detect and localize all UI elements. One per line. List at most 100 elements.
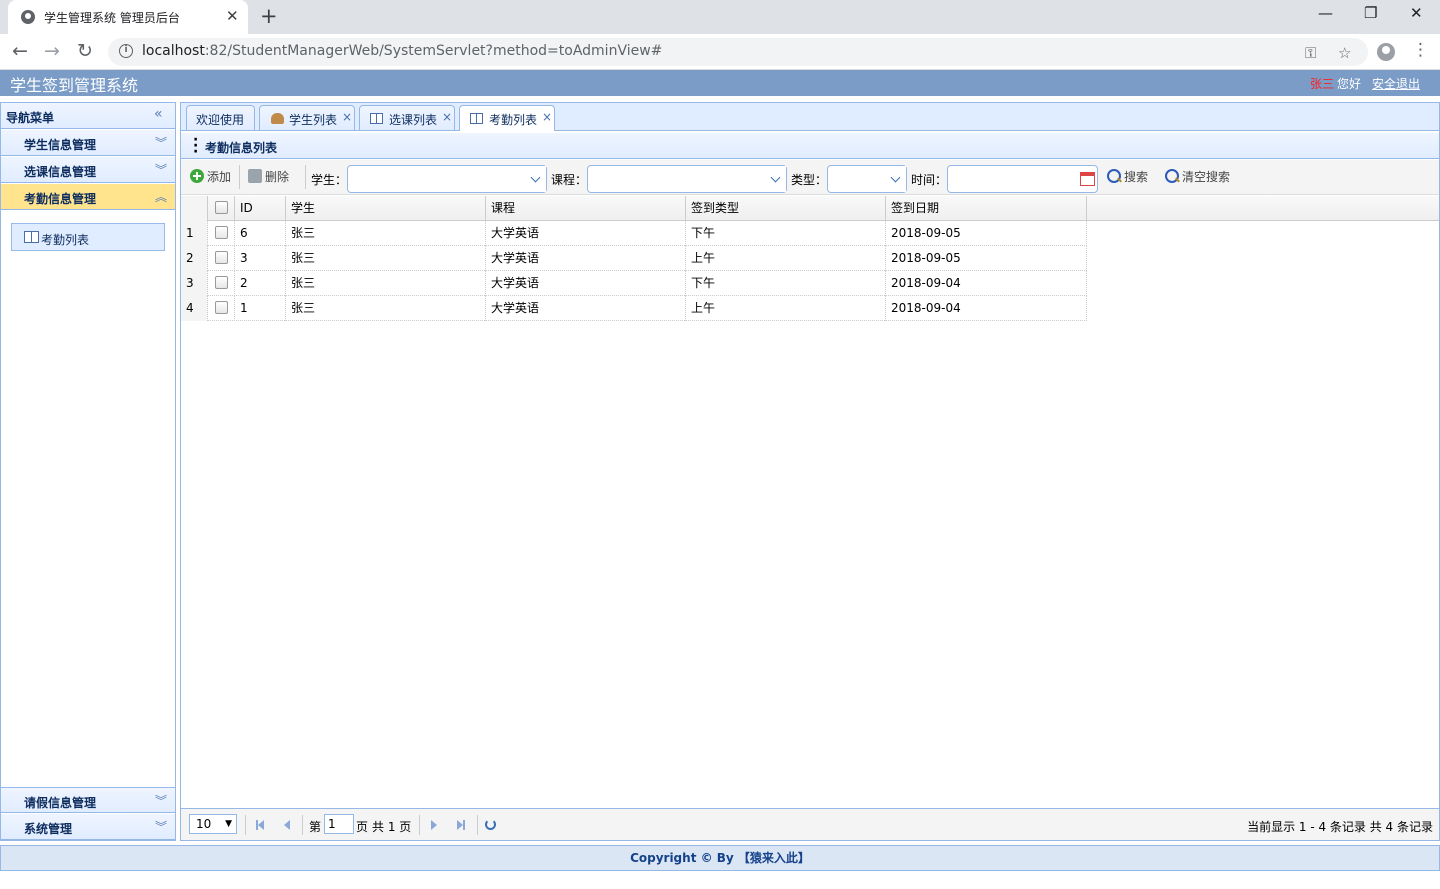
reload-icon[interactable]: ↻ [77,40,93,62]
page-suffix: 页 [356,820,369,834]
new-tab-icon[interactable]: + [260,4,278,28]
next-page-icon [431,820,437,830]
table-row[interactable]: 3 2 张三 大学英语 下午 2018-09-04 [181,271,1087,296]
column-header-date[interactable]: 签到日期 [886,196,1087,221]
tab-label: 学生列表 [289,113,338,127]
cell-id: 1 [235,296,286,321]
first-page-button[interactable] [253,817,269,833]
student-select[interactable] [347,165,547,193]
main-panel: 欢迎使用 学生列表 × 选课列表 × 考勤列表 × · · · 考勤信息列表 添加 … [180,102,1440,841]
globe-icon [21,10,35,24]
address-bar[interactable]: i localhost:82/StudentManagerWeb/SystemS… [108,38,1368,66]
tab-student-list[interactable]: 学生列表 × [259,105,355,130]
tab-attendance-list[interactable]: 考勤列表 × [459,105,555,131]
sidebar-section-student[interactable]: 学生信息管理 ︾ [1,130,175,156]
cell-student: 张三 [286,296,486,321]
tab-label: 欢迎使用 [196,113,245,127]
add-label: 添加 [207,170,232,184]
cell-date: 2018-09-05 [886,246,1087,271]
last-page-button[interactable] [452,817,468,833]
row-number: 3 [181,271,208,296]
book-icon [370,113,383,124]
add-button[interactable]: 添加 [190,168,231,185]
user-icon [271,113,284,124]
course-filter-label: 课程： [551,173,588,187]
page-number-value: 1 [328,817,336,831]
page-number-input[interactable]: 1 [324,814,354,834]
row-checkbox[interactable] [215,251,228,264]
browser-tab[interactable]: 学生管理系统 管理员后台 ✕ [8,0,248,34]
sidebar-header: 导航菜单 « [1,103,175,129]
sidebar-section-course[interactable]: 选课信息管理 ︾ [1,157,175,183]
row-checkbox[interactable] [215,301,228,314]
first-page-arrow-icon [258,820,264,830]
page-size-select[interactable]: 10 ▼ [189,814,237,834]
sidebar-section-system[interactable]: 系统管理 ︾ [1,814,175,840]
chevron-down-icon: ︾ [155,794,168,808]
row-checkbox[interactable] [215,276,228,289]
collapse-left-icon[interactable]: « [154,106,163,122]
close-tab-icon[interactable]: ✕ [226,7,239,25]
refresh-button[interactable] [483,817,499,833]
forward-arrow-icon[interactable]: → [44,40,60,62]
search-button[interactable]: 搜索 [1107,168,1148,185]
date-input[interactable] [947,165,1098,193]
profile-avatar-icon[interactable] [1377,43,1395,61]
column-header-student[interactable]: 学生 [286,196,486,221]
plus-icon [190,169,204,183]
sidebar-section-leave[interactable]: 请假信息管理 ︾ [1,787,175,813]
table-row[interactable]: 1 6 张三 大学英语 下午 2018-09-05 [181,221,1087,246]
sidebar-item-attendance-list[interactable]: 考勤列表 [11,223,165,251]
sidebar-section-attendance[interactable]: 考勤信息管理 ︽ [1,184,175,210]
pager-info: 当前显示 1 - 4 条记录 共 4 条记录 [1247,820,1433,834]
page-size-value: 10 [196,817,212,831]
row-select-cell [208,246,235,271]
course-select[interactable] [587,165,787,193]
logout-link[interactable]: 安全退出 [1372,75,1420,92]
restore-icon[interactable]: ❐ [1364,4,1377,22]
footer: Copyright © By 【猿来入此】 [0,845,1440,871]
info-icon[interactable]: i [119,44,133,58]
tab-label: 选课列表 [389,113,438,127]
tab-label: 考勤列表 [489,113,538,127]
search-label: 搜索 [1124,170,1149,184]
window-close-icon[interactable]: ✕ [1410,4,1423,22]
clear-search-button[interactable]: 清空搜索 [1165,168,1230,185]
tab-welcome[interactable]: 欢迎使用 [186,105,255,130]
cell-type: 上午 [686,296,886,321]
grid-title: 考勤信息列表 [205,141,278,155]
next-page-button[interactable] [426,817,442,833]
delete-button[interactable]: 删除 [248,168,289,185]
section-label: 选课信息管理 [24,165,97,179]
column-header-type[interactable]: 签到类型 [686,196,886,221]
cell-date: 2018-09-05 [886,221,1087,246]
sidebar-item-label: 考勤列表 [41,233,90,247]
browser-tabstrip: 学生管理系统 管理员后台 ✕ + — ❐ ✕ [0,0,1440,34]
close-icon[interactable]: × [542,110,552,124]
column-header-course[interactable]: 课程 [486,196,686,221]
more-menu-icon[interactable]: ⋮ [1412,40,1429,60]
calendar-icon[interactable] [1080,172,1095,186]
close-icon[interactable]: × [342,110,352,124]
row-checkbox[interactable] [215,226,228,239]
prev-page-icon [284,820,290,830]
back-arrow-icon[interactable]: ← [12,40,28,62]
star-icon[interactable]: ☆ [1338,44,1351,62]
minimize-icon[interactable]: — [1318,4,1333,22]
table-row[interactable]: 2 3 张三 大学英语 上午 2018-09-05 [181,246,1087,271]
select-all-checkbox[interactable] [215,201,228,214]
type-select[interactable] [827,165,907,193]
chevron-down-icon: ︾ [155,163,168,177]
chevron-down-icon [888,166,906,192]
prev-page-button[interactable] [279,817,295,833]
section-label: 考勤信息管理 [24,192,97,206]
trash-icon [248,169,262,183]
time-filter-label: 时间： [911,173,948,187]
tab-bar: 欢迎使用 学生列表 × 选课列表 × 考勤列表 × [181,103,1439,131]
search-icon [1165,169,1179,183]
tab-course-list[interactable]: 选课列表 × [359,105,455,130]
close-icon[interactable]: × [442,110,452,124]
column-header-id[interactable]: ID [235,196,286,221]
table-row[interactable]: 4 1 张三 大学英语 上午 2018-09-04 [181,296,1087,321]
key-icon[interactable]: ⚿ [1305,44,1316,62]
